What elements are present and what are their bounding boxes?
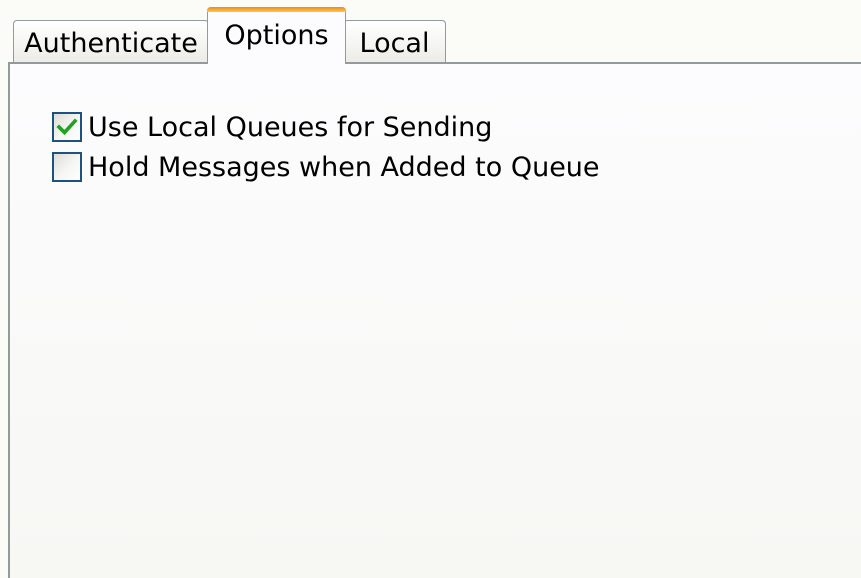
options-dialog: Authenticate Local Options Use Local Que…	[0, 0, 861, 578]
selected-tab-highlight	[207, 7, 346, 12]
tab-label: Authenticate	[24, 28, 198, 59]
tab-options[interactable]: Options	[207, 7, 346, 64]
tab-strip: Authenticate Local Options	[0, 0, 861, 64]
use-local-queues-option[interactable]: Use Local Queues for Sending	[52, 109, 492, 145]
tab-label: Options	[224, 20, 329, 51]
use-local-queues-checkbox[interactable]	[52, 112, 82, 142]
tab-authenticate[interactable]: Authenticate	[13, 20, 209, 63]
tab-label: Local	[359, 28, 430, 59]
hold-messages-checkbox[interactable]	[52, 152, 82, 182]
use-local-queues-label: Use Local Queues for Sending	[88, 111, 493, 143]
checkmark-icon	[56, 118, 78, 136]
hold-messages-label: Hold Messages when Added to Queue	[88, 151, 600, 183]
hold-messages-option[interactable]: Hold Messages when Added to Queue	[52, 149, 600, 185]
tab-panel: Use Local Queues for Sending Hold Messag…	[8, 62, 861, 578]
tab-local[interactable]: Local	[343, 20, 446, 63]
